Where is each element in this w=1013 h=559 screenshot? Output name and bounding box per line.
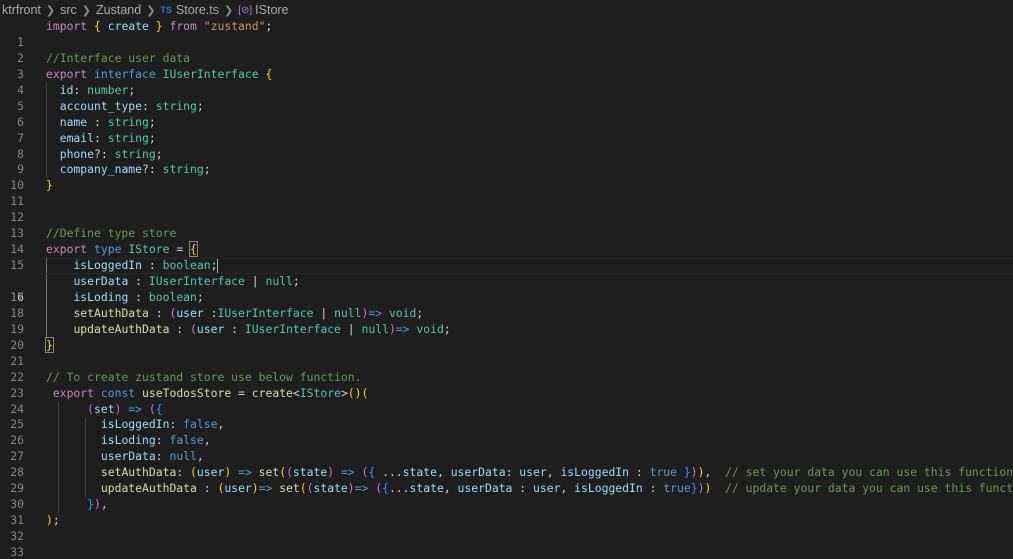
code-line: 19 setAuthData : (user :IUserInterface |… [0,306,1013,336]
code-line: 28 userData: null, [0,449,1013,479]
code-line: 31 }), [0,497,1013,527]
code-line: 11 } [0,178,1013,208]
breadcrumb-item-ktrfront[interactable]: ktrfront [2,3,41,17]
code-line: 22 [0,354,1013,384]
code-line: 1 import { create } from "zustand"; [0,19,1013,49]
code-line: 17 userData : IUserInterface | null; [0,274,1013,304]
code-line: 30 updateAuthData : (user)=> set((state)… [0,481,1013,511]
code-line: 14 //Define type store [0,226,1013,256]
code-line: 15 export type IStore = { [0,241,1013,272]
code-line-active: 16 isLoggedIn : boolean; [0,258,1013,304]
code-line: 24 export const useTodosStore = create<I… [0,386,1013,416]
text-cursor [217,258,219,273]
code-line: 5 id: number; [0,83,1013,113]
code-line: 18 isLoding : boolean; [0,290,1013,320]
code-line: 13 [0,210,1013,240]
breadcrumb-item-src[interactable]: src [60,3,77,17]
code-line: 4 export interface IUserInterface { [0,67,1013,97]
breadcrumb-item-symbol[interactable]: IStore [255,3,288,17]
code-line: 25 (set) => ({ [0,402,1013,432]
code-line: 33 [0,529,1013,559]
code-line: 3 //Interface user data [0,51,1013,81]
code-line: 27 isLoding: false, [0,433,1013,463]
code-line: 2 [0,35,1013,65]
code-line: 10 company_name?: string; [0,162,1013,192]
line-number: 33 [10,544,24,559]
typescript-file-icon: TS [160,5,172,15]
code-line: 6 account_type: string; [0,99,1013,129]
chevron-right-icon: ❯ [224,4,234,17]
code-line: 8 email: string; [0,131,1013,161]
code-editor[interactable]: 1 import { create } from "zustand"; 2 3 … [0,19,1013,559]
code-line: 7 name : string; [0,115,1013,145]
code-line: 26 isLoggedIn: false, [0,417,1013,447]
breadcrumb: ktrfront ❯ src ❯ Zustand ❯ TS Store.ts ❯… [0,0,1013,20]
code-line: 29 setAuthData: (user) => set((state) =>… [0,465,1013,495]
code-line: 20 updateAuthData : (user : IUserInterfa… [0,322,1013,352]
code-line: 12 [0,194,1013,224]
breadcrumb-item-file[interactable]: Store.ts [176,3,219,17]
code-line: 23 // To create zustand store use below … [0,370,1013,400]
code-line: 9 phone?: string; [0,147,1013,177]
chevron-right-icon: ❯ [81,4,92,17]
chevron-right-icon: ❯ [45,4,56,17]
breadcrumb-item-zustand[interactable]: Zustand [96,3,141,17]
code-line: 21 } [0,336,1013,368]
symbol-variable-icon: [⊘] [238,4,253,16]
chevron-right-icon: ❯ [146,4,156,17]
code-line: 32 ); [0,513,1013,543]
